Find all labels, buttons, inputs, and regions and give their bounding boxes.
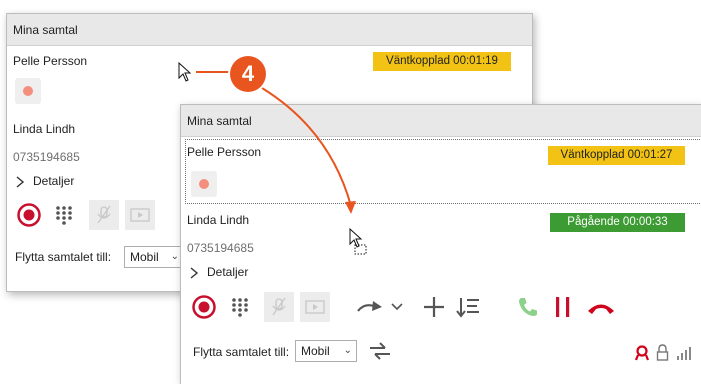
annotation-arrow: [196, 71, 356, 214]
step-number-badge: 4: [230, 56, 266, 92]
drag-cursor-icon: [349, 228, 367, 255]
